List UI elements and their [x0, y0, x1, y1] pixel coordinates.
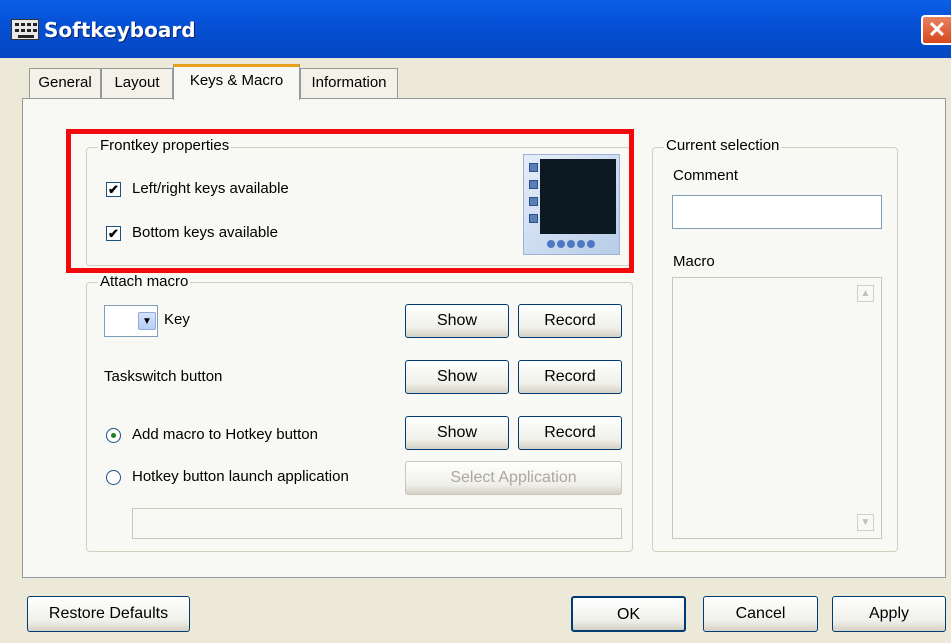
- attach-macro-group-label: Attach macro: [98, 273, 191, 290]
- taskswitch-record-button[interactable]: Record: [518, 360, 622, 394]
- button-label: Record: [544, 368, 596, 385]
- tab-label: Information: [311, 74, 387, 91]
- key-record-button[interactable]: Record: [518, 304, 622, 338]
- application-path-field[interactable]: [132, 508, 622, 539]
- macro-label: Macro: [673, 253, 715, 270]
- scroll-up-icon[interactable]: ▲: [857, 285, 874, 302]
- button-label: Apply: [868, 605, 910, 622]
- key-label: Key: [164, 311, 190, 328]
- current-selection-group-label: Current selection: [664, 137, 782, 154]
- comment-field[interactable]: [672, 195, 882, 229]
- button-label: Restore Defaults: [48, 605, 169, 622]
- comment-label: Comment: [673, 167, 739, 184]
- chevron-down-icon[interactable]: ▼: [138, 312, 156, 330]
- apply-button[interactable]: Apply: [832, 596, 946, 632]
- taskswitch-label: Taskswitch button: [104, 368, 223, 385]
- cancel-button[interactable]: Cancel: [703, 596, 818, 632]
- button-label: Show: [436, 368, 478, 385]
- key-show-button[interactable]: Show: [405, 304, 509, 338]
- highlight-box: [66, 129, 634, 273]
- tab-keys-macro[interactable]: Keys & Macro: [173, 64, 300, 100]
- restore-defaults-button[interactable]: Restore Defaults: [27, 596, 190, 632]
- select-application-button[interactable]: Select Application: [405, 461, 622, 495]
- radio-selected-dot: [111, 433, 116, 438]
- key-dropdown[interactable]: ▼: [104, 305, 158, 337]
- ok-button[interactable]: OK: [571, 596, 686, 632]
- button-label: OK: [616, 606, 641, 623]
- close-icon: ✕: [927, 17, 947, 42]
- macro-textarea[interactable]: ▲ ▼: [672, 277, 882, 539]
- button-label: Record: [544, 424, 596, 441]
- add-macro-hotkey-radio[interactable]: [106, 428, 121, 443]
- tab-label: Keys & Macro: [189, 72, 284, 89]
- tab-label: Layout: [114, 74, 160, 91]
- launch-application-label: Hotkey button launch application: [132, 468, 349, 485]
- button-label: Show: [436, 424, 478, 441]
- button-label: Cancel: [735, 605, 786, 622]
- button-label: Show: [436, 312, 478, 329]
- keyboard-icon: [11, 19, 39, 40]
- close-button[interactable]: ✕: [921, 15, 951, 45]
- window-title: Softkeyboard: [44, 18, 196, 42]
- button-label: Record: [544, 312, 596, 329]
- button-label: Select Application: [450, 469, 577, 486]
- tab-general[interactable]: General: [29, 68, 101, 98]
- tab-label: General: [38, 74, 92, 91]
- hotkey-record-button[interactable]: Record: [518, 416, 622, 450]
- scroll-down-icon[interactable]: ▼: [857, 514, 874, 531]
- tab-layout[interactable]: Layout: [101, 68, 173, 98]
- taskswitch-show-button[interactable]: Show: [405, 360, 509, 394]
- launch-application-radio[interactable]: [106, 470, 121, 485]
- add-macro-hotkey-label: Add macro to Hotkey button: [132, 426, 318, 443]
- tab-information[interactable]: Information: [300, 68, 398, 98]
- hotkey-show-button[interactable]: Show: [405, 416, 509, 450]
